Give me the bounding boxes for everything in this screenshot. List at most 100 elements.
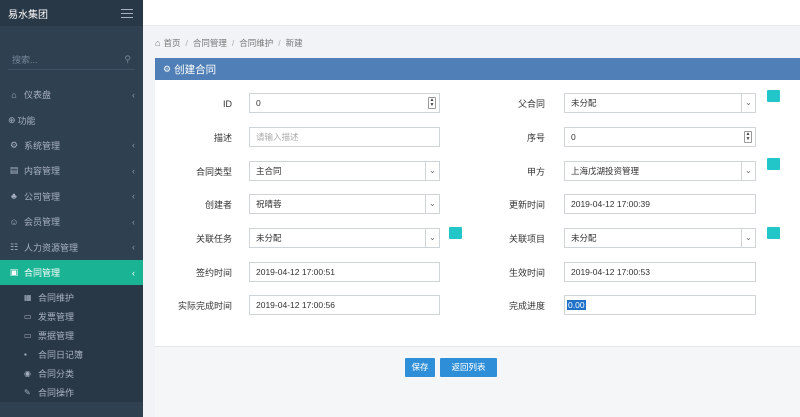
sidebar-subitem-journal[interactable]: ▪ 合同日记簿	[0, 345, 143, 364]
chevron-left-icon: ‹	[132, 140, 135, 151]
add-party-a-button[interactable]	[767, 158, 780, 170]
description-label: 描述	[213, 133, 232, 143]
add-related-task-button[interactable]	[449, 227, 462, 239]
add-related-project-button[interactable]	[767, 227, 780, 239]
sidebar-item-system[interactable]: ⚙ 系统管理 ‹	[0, 133, 143, 159]
users-icon: ☷	[9, 241, 19, 252]
chevron-left-icon: ‹	[132, 89, 135, 100]
spinner-icon[interactable]: ▲ ▼	[428, 97, 436, 109]
chevron-down-icon: ⌄	[425, 229, 439, 247]
related-task-label: 关联任务	[195, 234, 232, 244]
parent-contract-label: 父合同	[517, 99, 545, 109]
sidebar-subitem-contract-maintenance[interactable]: ▦ 合同维护	[0, 288, 143, 307]
contract-form: ID 0 ▲ ▼ 父合同 未分配 ⌄ 描述 请输入描述 序号 0 ▲ ▼ 合同类…	[155, 80, 800, 346]
chevron-left-icon: ‹	[132, 165, 135, 176]
sidebar-item-members[interactable]: ☺ 会员管理 ‹	[0, 209, 143, 235]
form-row: 实际完成时间 2019-04-12 17:00:56 完成进度 0.00	[155, 295, 800, 317]
sidebar-item-content[interactable]: ▤ 内容管理 ‹	[0, 158, 143, 184]
contracts-submenu: ▦ 合同维护 ▭ 发票管理 ▭ 票据管理 ▪ 合同日记簿 ◉ 合同分类 ✎ 合同…	[0, 285, 143, 402]
sidebar-section-label: ⊕ 功能	[8, 114, 36, 126]
signing-time-label: 签约时间	[195, 268, 232, 278]
sidebar-search[interactable]: 搜索... ⚲	[8, 50, 135, 70]
category-icon: ◉	[24, 369, 31, 378]
id-input[interactable]: 0 ▲ ▼	[249, 93, 440, 113]
form-row: 签约时间 2019-04-12 17:00:51 生效时间 2019-04-12…	[155, 262, 800, 284]
back-to-list-button[interactable]: 返回列表	[440, 358, 497, 377]
sidebar-subitem-bills[interactable]: ▭ 票据管理	[0, 326, 143, 345]
chevron-left-icon: ‹	[132, 267, 135, 278]
content-icon: ▤	[9, 165, 19, 176]
chevron-down-icon: ⌄	[425, 195, 439, 213]
member-icon: ☺	[9, 216, 19, 227]
search-input[interactable]: 搜索...	[12, 53, 38, 66]
form-row: 合同类型 主合同 ⌄ 甲方 上海戊湖投资管理 ⌄	[155, 158, 800, 183]
updated-time-input[interactable]: 2019-04-12 17:00:39	[564, 194, 756, 214]
effective-time-label: 生效时间	[508, 268, 545, 278]
top-bar	[143, 0, 800, 26]
completion-progress-input[interactable]: 0.00	[564, 295, 756, 315]
spinner-icon[interactable]: ▲ ▼	[744, 131, 752, 143]
add-parent-contract-button[interactable]	[767, 90, 780, 102]
sidebar-item-company[interactable]: ♣ 公司管理 ‹	[0, 184, 143, 210]
related-project-select[interactable]: 未分配 ⌄	[564, 228, 756, 248]
chevron-down-icon: ⌄	[741, 94, 755, 112]
create-contract-panel: ⚙ 创建合同 ID 0 ▲ ▼ 父合同 未分配 ⌄ 描述 请输入描述 序号 0 …	[155, 58, 800, 417]
chevron-down-icon: ⌄	[425, 162, 439, 180]
actual-completion-time-label: 实际完成时间	[177, 301, 232, 311]
breadcrumb-current: 新建	[285, 38, 303, 48]
form-row: 描述 请输入描述 序号 0 ▲ ▼	[155, 127, 800, 149]
form-row: ID 0 ▲ ▼ 父合同 未分配 ⌄	[155, 90, 800, 115]
list-icon: ▦	[24, 293, 32, 302]
sequence-input[interactable]: 0 ▲ ▼	[564, 127, 756, 147]
sidebar-subitem-categories[interactable]: ◉ 合同分类	[0, 364, 143, 383]
document-icon: ▣	[9, 267, 19, 277]
sequence-label: 序号	[526, 133, 545, 143]
form-row: 创建者 祝晴蓉 ⌄ 更新时间 2019-04-12 17:00:39	[155, 194, 800, 216]
creator-label: 创建者	[204, 200, 232, 210]
chevron-left-icon: ‹	[132, 242, 135, 253]
creator-select[interactable]: 祝晴蓉 ⌄	[249, 194, 440, 214]
contract-type-select[interactable]: 主合同 ⌄	[249, 161, 440, 181]
invoice-icon: ▭	[24, 312, 32, 321]
chevron-down-icon: ⌄	[741, 162, 755, 180]
brand-name: 易水集团	[8, 9, 48, 21]
company-icon: ♣	[11, 191, 17, 202]
bill-icon: ▭	[24, 331, 32, 340]
search-icon[interactable]: ⚲	[124, 54, 131, 65]
sidebar-subitem-operations[interactable]: ✎ 合同操作	[0, 383, 143, 402]
sidebar-item-hr[interactable]: ☷ 人力资源管理 ‹	[0, 235, 143, 261]
home-icon: ⌂	[155, 38, 161, 48]
menu-toggle-icon[interactable]	[121, 8, 133, 18]
edit-icon: ✎	[24, 388, 31, 397]
breadcrumb: ⌂ 首页 / 合同管理 / 合同维护 / 新建	[155, 37, 303, 49]
chevron-down-icon: ⌄	[741, 229, 755, 247]
sidebar-item-dashboard[interactable]: ⌂ 仪表盘 ‹	[0, 82, 143, 108]
breadcrumb-maintenance[interactable]: 合同维护	[239, 37, 273, 49]
chevron-left-icon: ‹	[132, 216, 135, 227]
contract-type-label: 合同类型	[195, 167, 232, 177]
sidebar: 易水集团 搜索... ⚲ ⌂ 仪表盘 ‹ ⊕ 功能 ⚙ 系统管理 ‹ ▤ 内容管…	[0, 0, 143, 417]
home-icon: ⌂	[11, 89, 17, 100]
breadcrumb-home[interactable]: 首页	[163, 37, 180, 49]
description-input[interactable]: 请输入描述	[249, 127, 440, 147]
form-actions: 保存 返回列表	[155, 346, 800, 417]
panel-title: 创建合同	[174, 63, 217, 76]
related-task-select[interactable]: 未分配 ⌄	[249, 228, 440, 248]
effective-time-input[interactable]: 2019-04-12 17:00:53	[564, 262, 756, 282]
panel-header: ⚙ 创建合同	[155, 58, 800, 80]
signing-time-input[interactable]: 2019-04-12 17:00:51	[249, 262, 440, 282]
actual-completion-time-input[interactable]: 2019-04-12 17:00:56	[249, 295, 440, 315]
completion-progress-label: 完成进度	[508, 301, 545, 311]
form-row: 关联任务 未分配 ⌄ 关联项目 未分配 ⌄	[155, 227, 800, 250]
parent-contract-select[interactable]: 未分配 ⌄	[564, 93, 756, 113]
brand-bar: 易水集团	[0, 0, 143, 26]
breadcrumb-contracts[interactable]: 合同管理	[193, 37, 227, 49]
sidebar-subitem-invoices[interactable]: ▭ 发票管理	[0, 307, 143, 326]
globe-icon: ⊕	[8, 114, 16, 125]
sidebar-item-contracts[interactable]: ▣ 合同管理 ‹	[0, 260, 143, 285]
settings-icon: ⚙	[9, 139, 19, 150]
selected-text: 0.00	[567, 300, 586, 310]
save-button[interactable]: 保存	[405, 358, 435, 377]
related-project-label: 关联项目	[508, 234, 545, 244]
party-a-select[interactable]: 上海戊湖投资管理 ⌄	[564, 161, 756, 181]
